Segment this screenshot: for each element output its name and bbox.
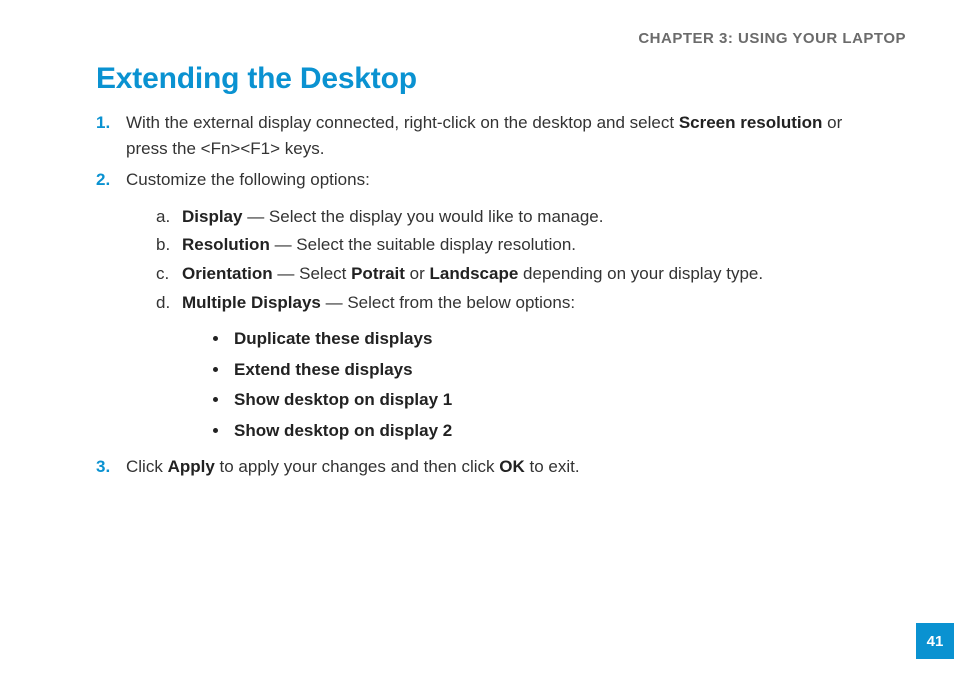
sub-c-opt1: Potrait	[351, 264, 405, 283]
page-number: 41	[927, 633, 944, 650]
sub-a-rest: — Select the display you would like to m…	[242, 207, 603, 226]
sub-c-rest-pre: — Select	[273, 264, 351, 283]
step-1-text-pre: With the external display connected, rig…	[126, 113, 679, 132]
step-2-sublist: Display — Select the display you would l…	[126, 203, 886, 447]
step-3-post: to exit.	[525, 457, 580, 476]
sub-d-rest: — Select from the below options:	[321, 293, 575, 312]
step-2: Customize the following options: Display…	[96, 167, 886, 446]
sub-d-bold: Multiple Displays	[182, 293, 321, 312]
sub-c: Orientation — Select Potrait or Landscap…	[156, 260, 886, 289]
bullet-show-2: Show desktop on display 2	[230, 416, 886, 447]
sub-c-rest-mid: or	[405, 264, 430, 283]
sub-b: Resolution — Select the suitable display…	[156, 231, 886, 260]
sub-c-opt2: Landscape	[430, 264, 519, 283]
document-page: CHAPTER 3: USING YOUR LAPTOP Extending t…	[0, 0, 954, 677]
chapter-header: CHAPTER 3: USING YOUR LAPTOP	[638, 30, 906, 47]
step-2-text: Customize the following options:	[126, 170, 370, 189]
step-3-pre: Click	[126, 457, 168, 476]
bullet-duplicate: Duplicate these displays	[230, 324, 886, 355]
sub-c-rest-post: depending on your display type.	[518, 264, 763, 283]
sub-a: Display — Select the display you would l…	[156, 203, 886, 232]
multiple-displays-options: Duplicate these displays Extend these di…	[182, 324, 886, 446]
bullet-extend: Extend these displays	[230, 355, 886, 386]
step-3-bold-ok: OK	[499, 457, 525, 476]
step-1: With the external display connected, rig…	[96, 110, 886, 161]
sub-b-rest: — Select the suitable display resolution…	[270, 235, 576, 254]
step-3-bold-apply: Apply	[168, 457, 215, 476]
step-3-mid: to apply your changes and then click	[215, 457, 499, 476]
step-3: Click Apply to apply your changes and th…	[96, 454, 886, 480]
bullet-show-1: Show desktop on display 1	[230, 385, 886, 416]
steps-list: With the external display connected, rig…	[96, 110, 886, 480]
sub-c-bold: Orientation	[182, 264, 273, 283]
page-content: Extending the Desktop With the external …	[96, 62, 886, 486]
sub-a-bold: Display	[182, 207, 242, 226]
sub-b-bold: Resolution	[182, 235, 270, 254]
sub-d: Multiple Displays — Select from the belo…	[156, 289, 886, 446]
step-1-bold-screen-resolution: Screen resolution	[679, 113, 823, 132]
page-number-tab: 41	[916, 623, 954, 659]
page-title: Extending the Desktop	[96, 62, 886, 96]
